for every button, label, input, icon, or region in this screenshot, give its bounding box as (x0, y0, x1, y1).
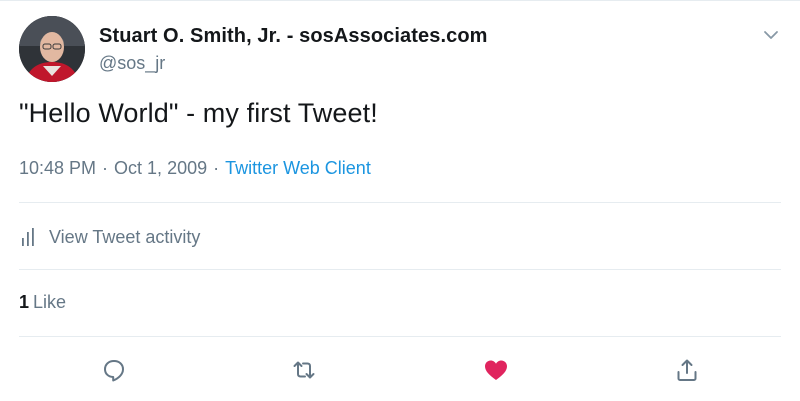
like-button[interactable] (482, 356, 510, 384)
likes-count: 1 (19, 292, 30, 312)
reply-icon (104, 360, 124, 382)
tweet-time[interactable]: 10:48 PM (19, 158, 96, 178)
tweet-text: "Hello World" - my first Tweet! (19, 98, 378, 128)
author-display-name[interactable]: Stuart O. Smith, Jr. - sosAssociates.com (99, 25, 488, 48)
likes-summary[interactable]: 1 Like (19, 292, 66, 313)
tweet-date[interactable]: Oct 1, 2009 (114, 158, 207, 178)
tweet-source-link[interactable]: Twitter Web Client (225, 158, 371, 178)
meta-separator: · (102, 158, 109, 178)
likes-label: Like (33, 292, 67, 312)
avatar[interactable] (19, 16, 85, 82)
view-tweet-activity-button[interactable]: View Tweet activity (19, 224, 200, 250)
tweet-meta: 10:48 PM · Oct 1, 2009 · Twitter Web Client (19, 158, 371, 179)
retweet-icon (293, 361, 315, 379)
retweet-button[interactable] (290, 356, 318, 384)
share-icon (677, 359, 697, 381)
reply-button[interactable] (100, 356, 128, 384)
divider (19, 202, 781, 203)
meta-separator: · (213, 158, 220, 178)
author-handle[interactable]: @sos_jr (99, 53, 165, 74)
top-divider (0, 0, 800, 1)
view-tweet-activity-label: View Tweet activity (49, 226, 201, 247)
divider (19, 336, 781, 337)
divider (19, 269, 781, 270)
heart-icon (485, 360, 507, 380)
bar-chart-icon (22, 228, 34, 246)
share-button[interactable] (673, 356, 701, 384)
chevron-down-icon[interactable] (762, 26, 780, 44)
